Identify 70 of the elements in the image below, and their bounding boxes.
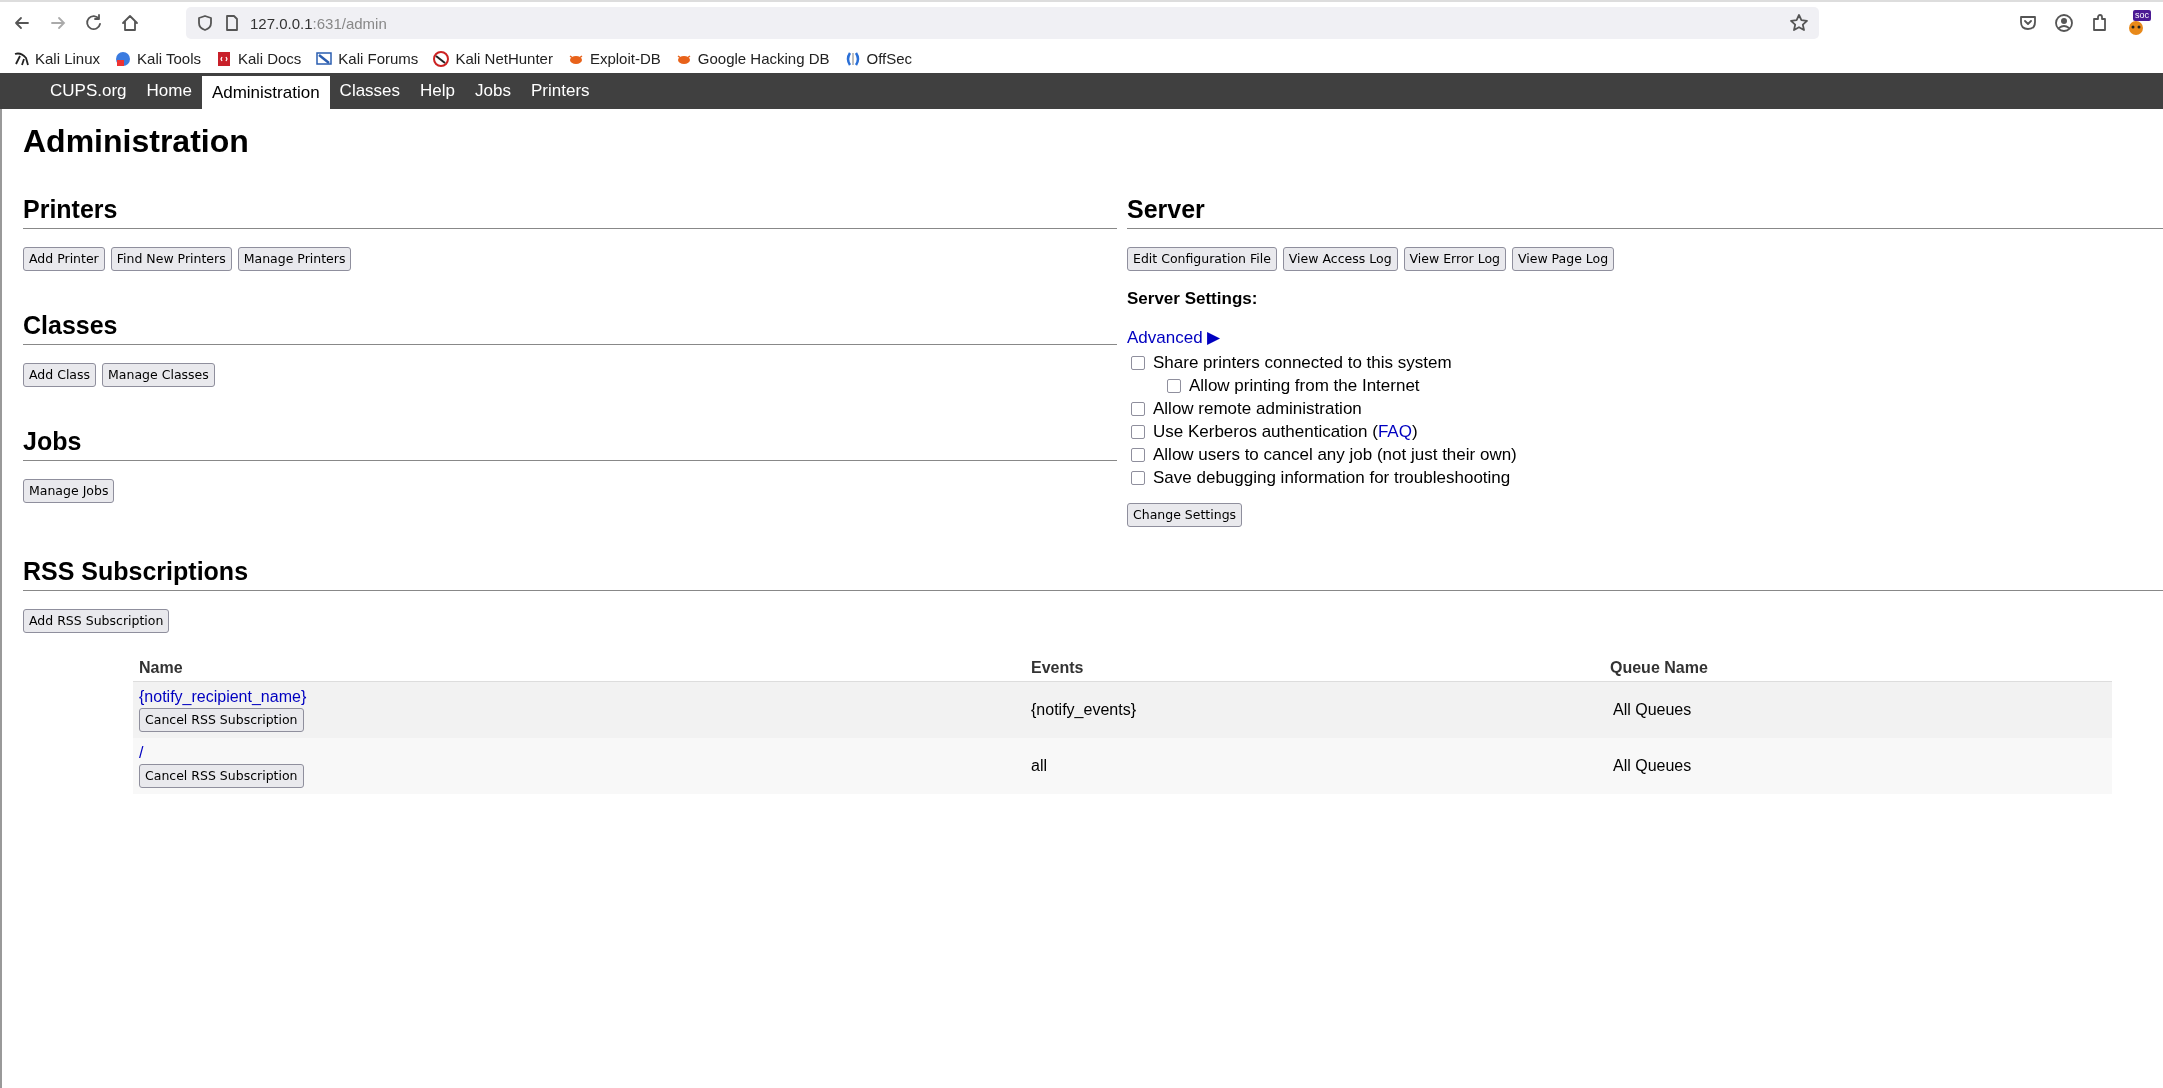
setting-label: Share printers connected to this system (1153, 352, 1452, 373)
action-button[interactable]: Find New Printers (110, 247, 232, 271)
nav-tab[interactable]: Help (410, 73, 466, 109)
table-cell: All Queues (1604, 681, 2112, 738)
checkbox[interactable] (1167, 378, 1181, 393)
action-button[interactable]: Add Printer (23, 247, 105, 271)
nav-tab[interactable]: CUPS.org (40, 73, 137, 109)
page-icon (224, 14, 240, 32)
star-icon[interactable] (1789, 13, 1809, 33)
bookmark[interactable]: Kali Docs (215, 49, 302, 68)
nav-tab[interactable]: Classes (329, 73, 411, 109)
url-text: 127.0.0.1:631/admin (250, 14, 387, 32)
bookmark[interactable]: Google Hacking DB (674, 49, 830, 68)
action-button[interactable]: Add Class (23, 363, 97, 387)
nav-tab[interactable]: Home (136, 73, 202, 109)
setting-label: Allow remote administration (1153, 398, 1362, 419)
nav-tab[interactable]: Administration (201, 73, 330, 109)
checkbox[interactable] (1131, 424, 1145, 439)
setting-label: Save debugging information for troubleshooting (1153, 467, 1511, 488)
section-heading: Printers (23, 194, 119, 224)
bookmark[interactable]: Kali NetHunter (432, 49, 553, 68)
table-cell: {notify_events} (1025, 681, 1604, 738)
nav-tab[interactable]: Printers (520, 73, 600, 109)
action-button[interactable]: View Access Log (1282, 247, 1398, 271)
bookmark[interactable]: Kali Linux (12, 49, 101, 68)
bookmark[interactable]: OffSec (843, 49, 913, 68)
cancel-subscription-button[interactable]: Cancel RSS Subscription (139, 763, 304, 788)
action-button[interactable]: View Error Log (1403, 247, 1506, 271)
checkbox[interactable] (1131, 470, 1145, 485)
advanced-link[interactable]: Advanced ▶ (1127, 327, 1221, 348)
column-header: Events (1025, 655, 1604, 682)
action-button[interactable]: Add RSS Subscription (23, 609, 170, 633)
action-button[interactable]: Edit Configuration File (1127, 247, 1277, 271)
extension-badge: soc (2133, 10, 2151, 21)
checkbox[interactable] (1131, 355, 1145, 370)
action-button[interactable]: Manage Jobs (23, 479, 115, 503)
checkbox[interactable] (1131, 447, 1145, 462)
section-heading: Server (1127, 194, 1206, 224)
faq-link[interactable]: FAQ (1377, 421, 1412, 441)
table-cell: All Queues (1604, 737, 2112, 794)
account-icon[interactable] (2054, 13, 2074, 33)
section-heading: Jobs (23, 426, 83, 456)
pocket-icon[interactable] (2018, 13, 2038, 33)
bookmark[interactable]: Kali Forums (315, 49, 419, 68)
column-header: Queue Name (1604, 655, 2112, 682)
setting-label: Allow users to cancel any job (not just their own) (1153, 444, 1517, 465)
subscription-link[interactable]: / (139, 743, 144, 762)
section-heading: RSS Subscriptions (23, 556, 250, 586)
extension-button[interactable]: soc (2126, 10, 2151, 36)
checkbox[interactable] (1131, 401, 1145, 416)
change-settings-button[interactable]: Change Settings (1127, 503, 1243, 527)
column-header: Name (133, 655, 1025, 682)
action-button[interactable]: View Page Log (1512, 247, 1615, 271)
address-bar[interactable]: 127.0.0.1:631/admin (186, 7, 1819, 39)
settings-title: Server Settings: (1127, 289, 1259, 309)
page-title: Administration (23, 122, 250, 161)
bookmark[interactable]: Kali Tools (114, 49, 201, 68)
action-button[interactable]: Manage Printers (237, 247, 352, 271)
cancel-subscription-button[interactable]: Cancel RSS Subscription (139, 707, 304, 732)
subscription-link[interactable]: {notify_recipient_name} (139, 687, 307, 706)
section-heading: Classes (23, 310, 119, 340)
setting-label: Allow printing from the Internet (1189, 375, 1420, 396)
book-icon (215, 49, 233, 68)
setting-label: Use Kerberos authentication (FAQ) (1153, 421, 1418, 442)
bookmark[interactable]: Exploit-DB (566, 49, 661, 68)
home-icon[interactable] (120, 13, 140, 33)
reload-icon[interactable] (84, 13, 104, 33)
action-button[interactable]: Manage Classes (102, 363, 215, 387)
table-cell: all (1025, 737, 1604, 794)
nav-tab[interactable]: Jobs (465, 73, 521, 109)
